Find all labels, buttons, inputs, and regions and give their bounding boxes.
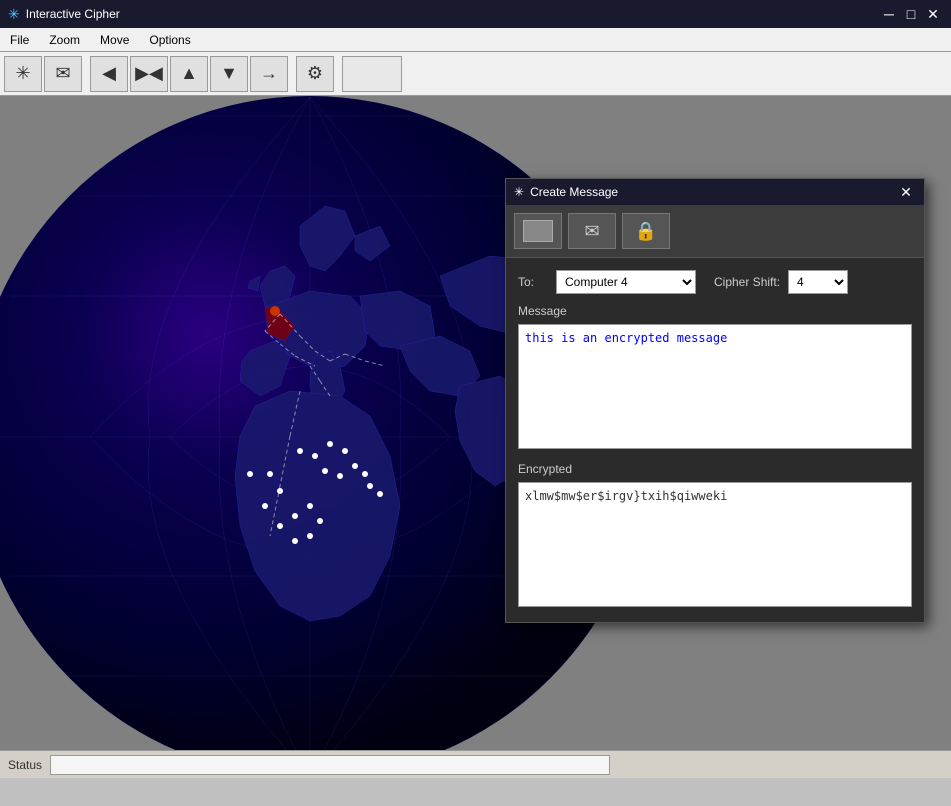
status-bar: Status: [0, 750, 951, 778]
cipher-shift-select[interactable]: 1 2 3 4 5 6 7 8 9 10: [788, 270, 848, 294]
dialog-lock-button[interactable]: 🔒: [622, 213, 670, 249]
flip-button[interactable]: ▶◀: [130, 56, 168, 92]
message-textarea[interactable]: this is an encrypted message: [518, 324, 912, 449]
toolbar: ✳ ✉ ◀ ▶◀ ▲ ▼ → ⚙: [0, 52, 951, 96]
placeholder-button[interactable]: [342, 56, 402, 92]
menu-file[interactable]: File: [0, 28, 39, 51]
close-button[interactable]: ✕: [923, 4, 943, 24]
menu-bar: File Zoom Move Options: [0, 28, 951, 52]
cipher-shift-label: Cipher Shift:: [714, 275, 780, 289]
dialog-icon: ✳: [514, 185, 524, 199]
home-button[interactable]: ✳: [4, 56, 42, 92]
to-row: To: Computer 1 Computer 2 Computer 3 Com…: [518, 270, 912, 294]
left-button[interactable]: ◀: [90, 56, 128, 92]
dialog-body: To: Computer 1 Computer 2 Computer 3 Com…: [506, 258, 924, 622]
menu-options[interactable]: Options: [139, 28, 200, 51]
dialog-title-bar: ✳ Create Message ✕: [506, 179, 924, 205]
up-button[interactable]: ▲: [170, 56, 208, 92]
dialog-toolbar: ✉ 🔒: [506, 205, 924, 258]
app-icon: ✳: [8, 6, 20, 23]
dialog-title-left: ✳ Create Message: [514, 185, 618, 199]
to-select[interactable]: Computer 1 Computer 2 Computer 3 Compute…: [556, 270, 696, 294]
forward-button[interactable]: →: [250, 56, 288, 92]
message-button[interactable]: ✉: [44, 56, 82, 92]
dialog-title: Create Message: [530, 185, 618, 199]
title-bar-controls: ─ □ ✕: [879, 4, 943, 24]
main-content: ✳ Create Message ✕ ✉ 🔒 To: Computer 1 Co…: [0, 96, 951, 778]
status-input[interactable]: [50, 755, 610, 775]
title-bar: ✳ Interactive Cipher ─ □ ✕: [0, 0, 951, 28]
maximize-button[interactable]: □: [901, 4, 921, 24]
to-label: To:: [518, 275, 548, 289]
dialog-send-button[interactable]: ✉: [568, 213, 616, 249]
encrypted-label: Encrypted: [518, 462, 912, 476]
create-message-dialog: ✳ Create Message ✕ ✉ 🔒 To: Computer 1 Co…: [505, 178, 925, 623]
down-button[interactable]: ▼: [210, 56, 248, 92]
message-label: Message: [518, 304, 912, 318]
dialog-blank-button[interactable]: [514, 213, 562, 249]
minimize-button[interactable]: ─: [879, 4, 899, 24]
app-title: Interactive Cipher: [26, 7, 120, 21]
network-button[interactable]: ⚙: [296, 56, 334, 92]
title-bar-left: ✳ Interactive Cipher: [8, 6, 120, 23]
menu-move[interactable]: Move: [90, 28, 139, 51]
encrypted-textarea[interactable]: xlmw$mw$er$irgv}txih$qiwweki: [518, 482, 912, 607]
menu-zoom[interactable]: Zoom: [39, 28, 90, 51]
status-label: Status: [8, 758, 42, 772]
dialog-close-button[interactable]: ✕: [896, 182, 916, 202]
